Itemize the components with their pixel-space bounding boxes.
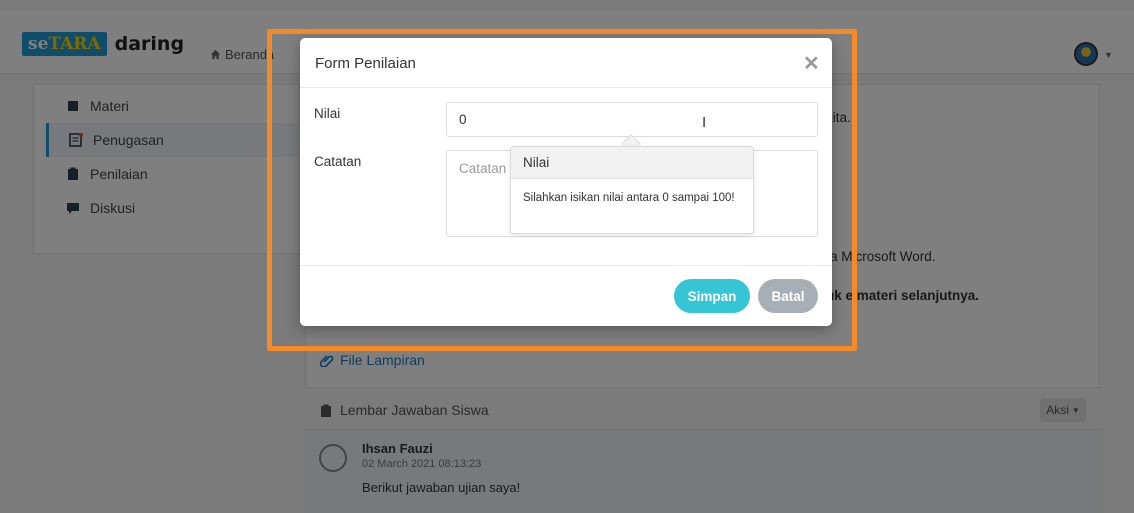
- modal-header: Form Penilaian ✕: [300, 38, 832, 88]
- validation-popover: Nilai Silahkan isikan nilai antara 0 sam…: [510, 146, 754, 234]
- save-button[interactable]: Simpan: [674, 279, 750, 313]
- cancel-button[interactable]: Batal: [758, 279, 818, 313]
- modal-title: Form Penilaian: [315, 55, 416, 72]
- close-icon[interactable]: ✕: [803, 51, 820, 76]
- text-cursor-icon: I: [702, 114, 707, 131]
- popover-body: Silahkan isikan nilai antara 0 sampai 10…: [523, 192, 735, 204]
- popover-title: Nilai: [511, 147, 753, 179]
- catatan-label: Catatan: [314, 154, 362, 169]
- nilai-input[interactable]: 0: [446, 102, 818, 137]
- nilai-label: Nilai: [314, 106, 341, 121]
- modal-footer: [300, 265, 832, 326]
